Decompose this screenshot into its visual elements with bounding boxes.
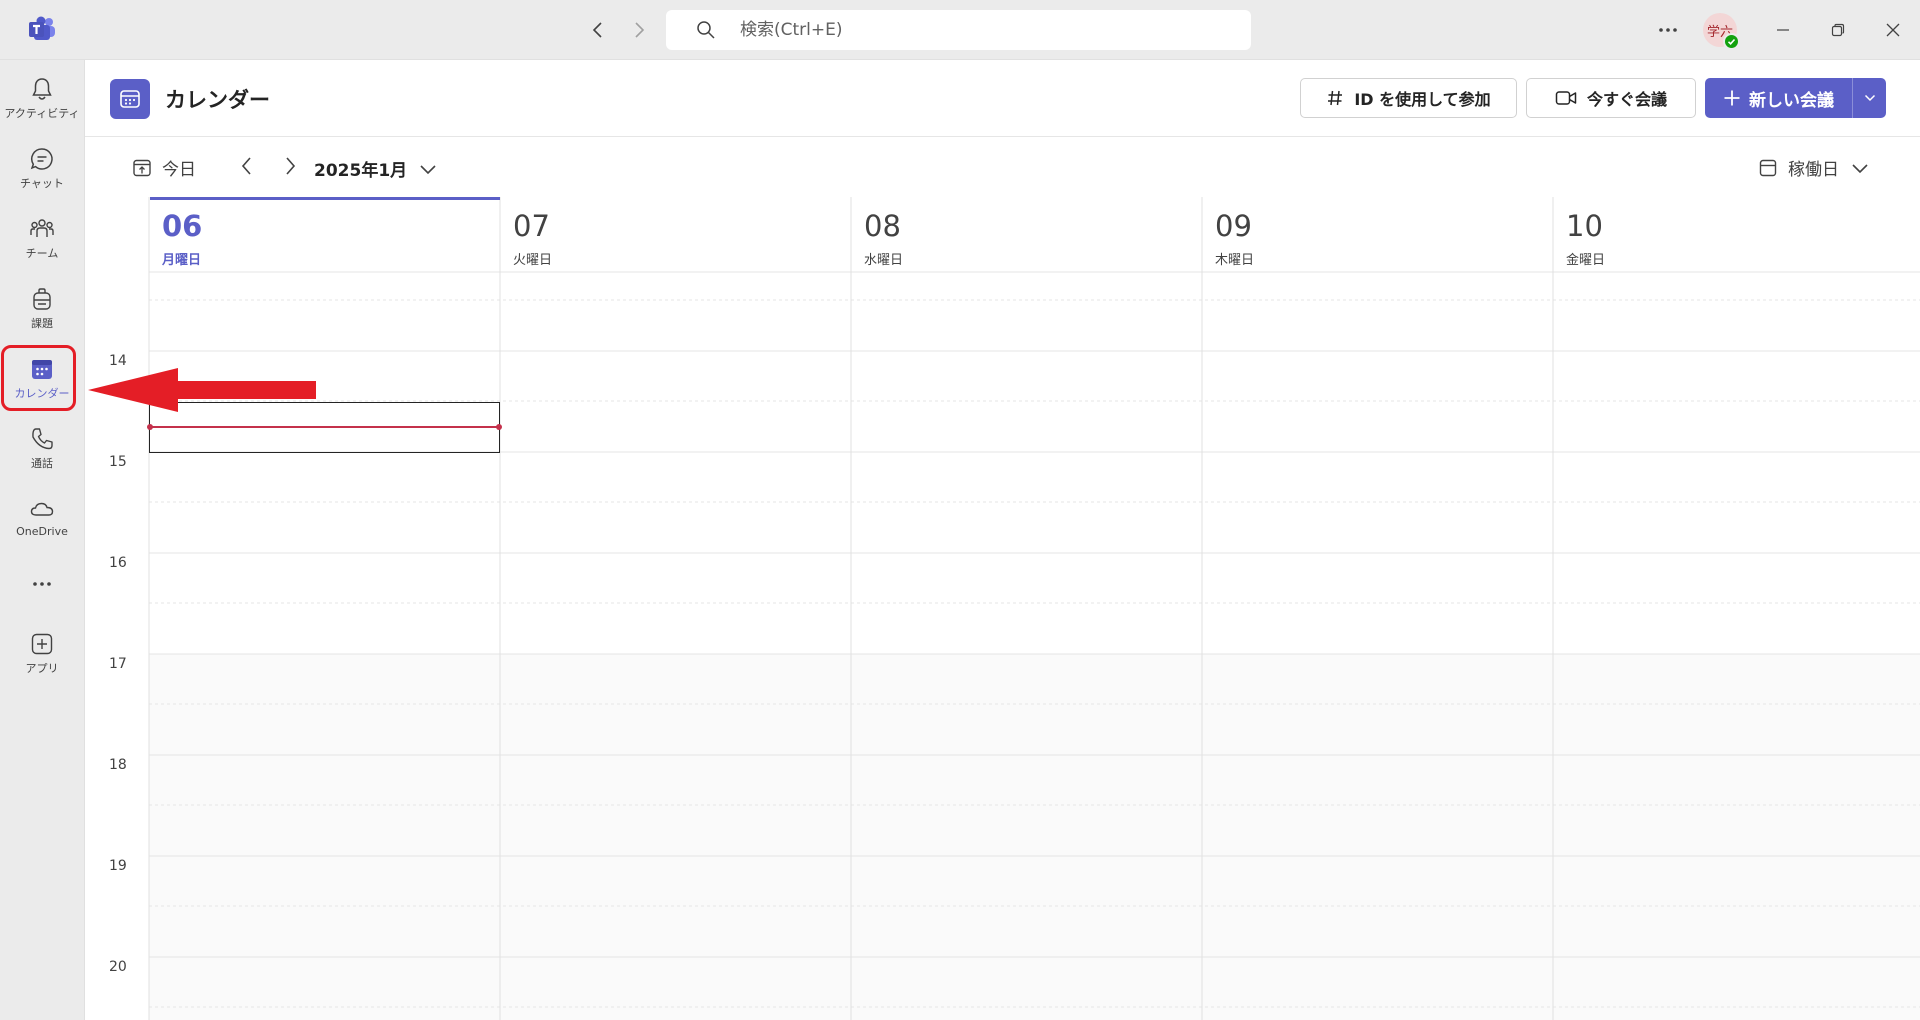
chat-icon (30, 148, 53, 170)
calendar-today-icon (133, 159, 151, 176)
rail-label: アクティビティ (4, 107, 80, 120)
hour-label: 19 (109, 858, 127, 874)
day-number: 08 (864, 209, 901, 243)
calendar-highlight-annotation (1, 345, 76, 411)
rail-label: チャット (20, 177, 64, 190)
title-bar: 検索(Ctrl+E) 学六 (0, 0, 1920, 60)
chevron-down-icon (1852, 163, 1868, 173)
today-button[interactable]: 今日 (132, 155, 196, 180)
search-box[interactable]: 検索(Ctrl+E) (666, 10, 1251, 50)
day-header-thu[interactable]: 09 木曜日 (1202, 197, 1553, 272)
day-number: 09 (1215, 209, 1252, 243)
grid-lines (148, 197, 1920, 1020)
today-label: 今日 (162, 160, 196, 180)
rail-item-calls[interactable]: 通話 (0, 420, 84, 486)
teams-icon (30, 219, 54, 237)
day-number: 07 (513, 209, 550, 243)
new-meeting-main[interactable]: 新しい会議 (1705, 78, 1852, 118)
day-name: 木曜日 (1215, 253, 1255, 268)
more-options-icon[interactable] (1654, 16, 1682, 44)
bell-icon (32, 78, 52, 100)
chevron-down-icon (1864, 94, 1875, 102)
hour-label: 18 (109, 757, 127, 773)
hour-label: 16 (109, 555, 127, 571)
view-switcher[interactable]: 稼働日 (1758, 155, 1869, 180)
current-time-indicator (149, 426, 500, 428)
month-label: 2025年1月 (314, 161, 408, 181)
hour-label: 20 (109, 959, 127, 975)
calendar-toolbar: 今日 2025年1月 稼働日 (85, 137, 1920, 197)
rail-item-assignments[interactable]: 課題 (0, 280, 84, 346)
rail-label: チーム (25, 247, 59, 260)
app-rail: アクティビティ チャット チーム 課題 カレンダー 通話 OneDrive アプ… (0, 60, 85, 1020)
rail-label: 通話 (31, 457, 53, 470)
back-icon[interactable] (584, 16, 612, 44)
join-with-id-button[interactable]: ID を使用して参加 (1300, 78, 1517, 118)
minimize-icon[interactable] (1769, 16, 1797, 44)
search-placeholder: 検索(Ctrl+E) (740, 20, 843, 40)
day-name: 火曜日 (513, 253, 553, 268)
calendar-app-icon (110, 79, 150, 119)
rail-label: 課題 (31, 317, 53, 330)
rail-more-button[interactable] (0, 565, 84, 605)
current-time-dot (496, 424, 502, 430)
rail-item-onedrive[interactable]: OneDrive (0, 490, 84, 556)
plus-icon (1724, 90, 1740, 106)
view-icon (1759, 159, 1777, 176)
day-name: 水曜日 (864, 253, 904, 268)
close-icon[interactable] (1879, 16, 1907, 44)
previous-week-button[interactable] (240, 156, 254, 176)
view-label: 稼働日 (1788, 160, 1839, 180)
cloud-icon (30, 502, 54, 516)
calendar-header: カレンダー ID を使用して参加 今すぐ会議 新しい会議 (85, 60, 1920, 137)
rail-label: OneDrive (16, 525, 68, 538)
meet-now-label: 今すぐ会議 (1586, 90, 1667, 109)
new-meeting-label: 新しい会議 (1749, 90, 1834, 111)
week-grid[interactable]: 06 月曜日 07 火曜日 08 水曜日 09 木曜日 10 金曜日 14 15… (85, 197, 1920, 1020)
assignments-icon (33, 288, 51, 310)
rail-label: アプリ (25, 662, 59, 675)
day-header-tue[interactable]: 07 火曜日 (500, 197, 851, 272)
add-apps-icon (31, 633, 53, 655)
meet-now-button[interactable]: 今すぐ会議 (1526, 78, 1696, 118)
rail-item-chat[interactable]: チャット (0, 140, 84, 206)
forward-icon[interactable] (625, 16, 653, 44)
phone-icon (32, 428, 53, 450)
chevron-down-icon (420, 164, 436, 174)
rail-item-teams[interactable]: チーム (0, 210, 84, 276)
current-time-dot (147, 424, 153, 430)
next-week-button[interactable] (283, 156, 297, 176)
search-icon (696, 20, 716, 40)
join-with-id-label: ID を使用して参加 (1354, 90, 1491, 109)
video-camera-icon (1555, 91, 1577, 105)
hash-icon (1328, 90, 1343, 106)
day-name: 金曜日 (1566, 253, 1606, 268)
new-meeting-dropdown[interactable] (1853, 78, 1886, 118)
annotation-arrow (80, 360, 320, 420)
day-number: 06 (162, 209, 203, 243)
chevron-right-icon (286, 157, 296, 175)
presence-available-icon (1723, 33, 1740, 50)
hour-label: 15 (109, 454, 127, 470)
rail-item-apps[interactable]: アプリ (0, 625, 84, 691)
month-picker[interactable]: 2025年1月 (314, 156, 437, 181)
restore-icon[interactable] (1824, 16, 1852, 44)
day-name: 月曜日 (162, 253, 202, 268)
chevron-left-icon (241, 157, 251, 175)
more-icon (33, 582, 51, 586)
new-meeting-button[interactable]: 新しい会議 (1705, 78, 1886, 118)
day-number: 10 (1566, 209, 1603, 243)
rail-item-activity[interactable]: アクティビティ (0, 70, 84, 136)
day-header-wed[interactable]: 08 水曜日 (851, 197, 1202, 272)
day-header-fri[interactable]: 10 金曜日 (1553, 197, 1904, 272)
page-title: カレンダー (165, 88, 270, 112)
day-header-mon[interactable]: 06 月曜日 (149, 197, 500, 272)
hour-label: 17 (109, 656, 127, 672)
teams-logo-icon (28, 16, 56, 42)
